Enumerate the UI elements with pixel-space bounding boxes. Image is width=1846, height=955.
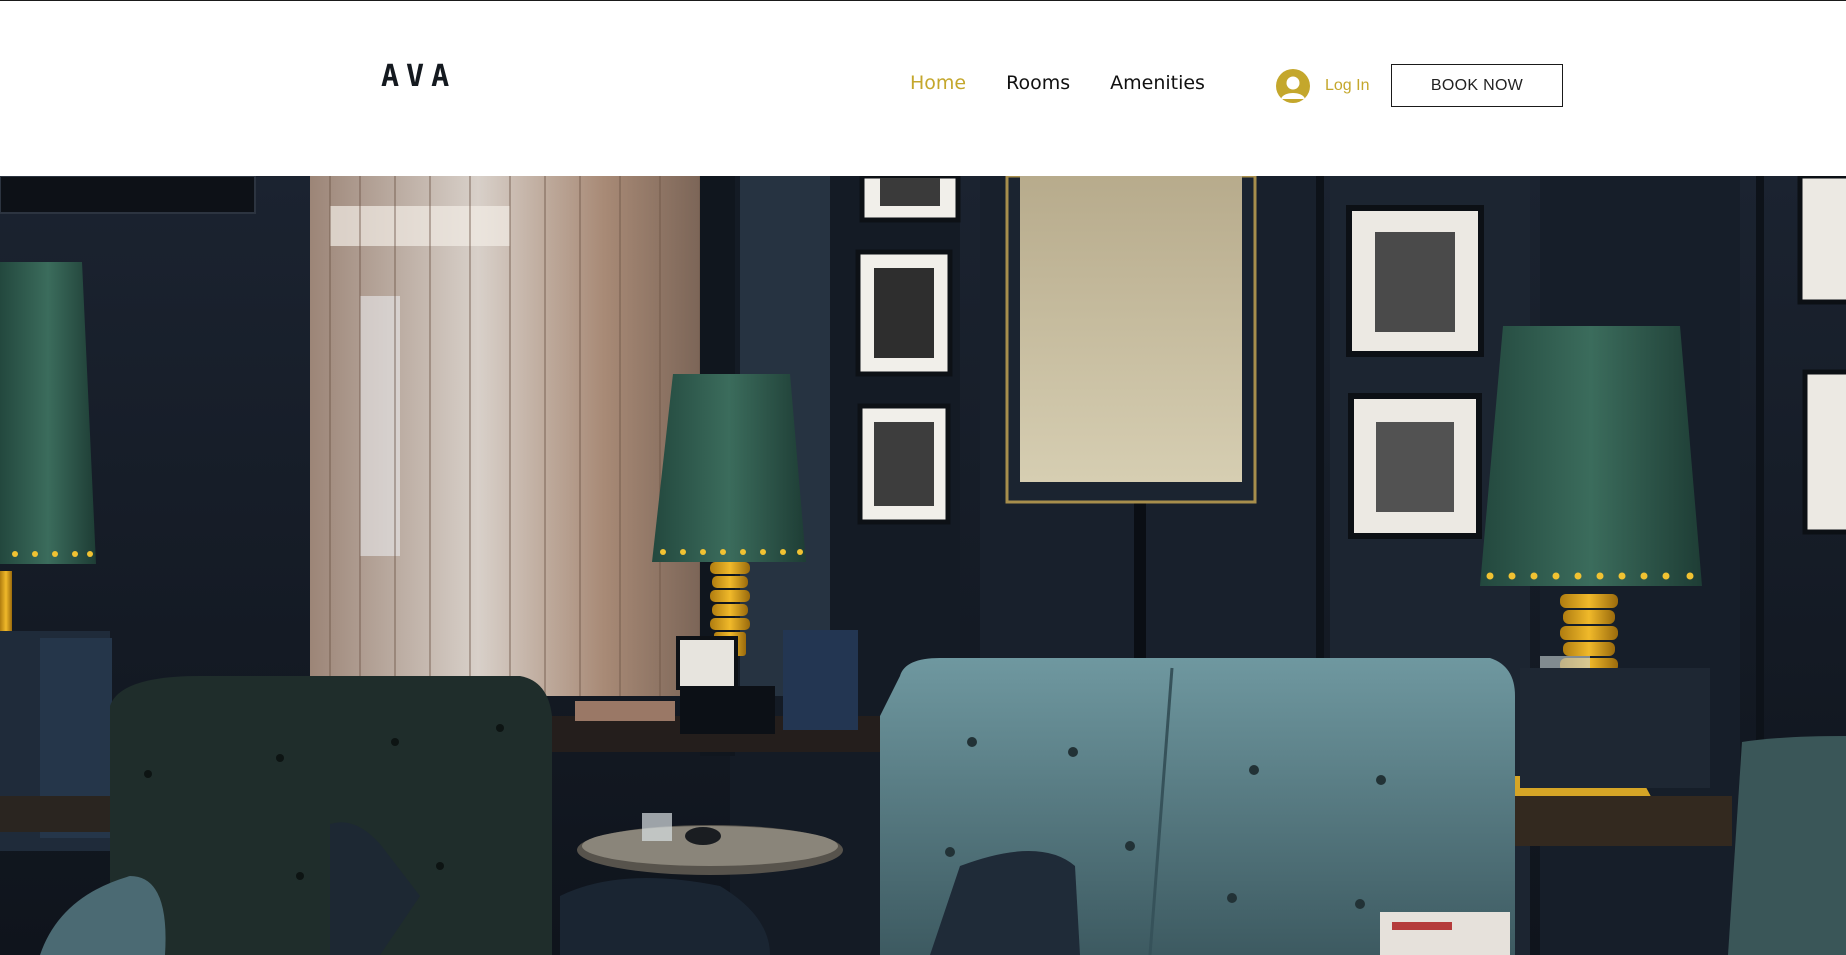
login-link[interactable]: Log In: [1276, 69, 1369, 103]
site-logo[interactable]: AVA: [381, 59, 456, 94]
hero-image: [0, 176, 1846, 955]
login-label: Log In: [1325, 77, 1370, 94]
nav-item-rooms[interactable]: Rooms: [1006, 71, 1070, 95]
user-avatar-icon: [1276, 69, 1310, 103]
book-now-button[interactable]: BOOK NOW: [1391, 64, 1563, 107]
nav-item-home[interactable]: Home: [910, 71, 966, 95]
main-nav: Home Rooms Amenities: [910, 71, 1245, 95]
lounge-photo: [0, 176, 1846, 955]
site-header: AVA Home Rooms Amenities Log In BOOK NOW: [0, 1, 1846, 176]
nav-item-amenities[interactable]: Amenities: [1110, 71, 1205, 95]
